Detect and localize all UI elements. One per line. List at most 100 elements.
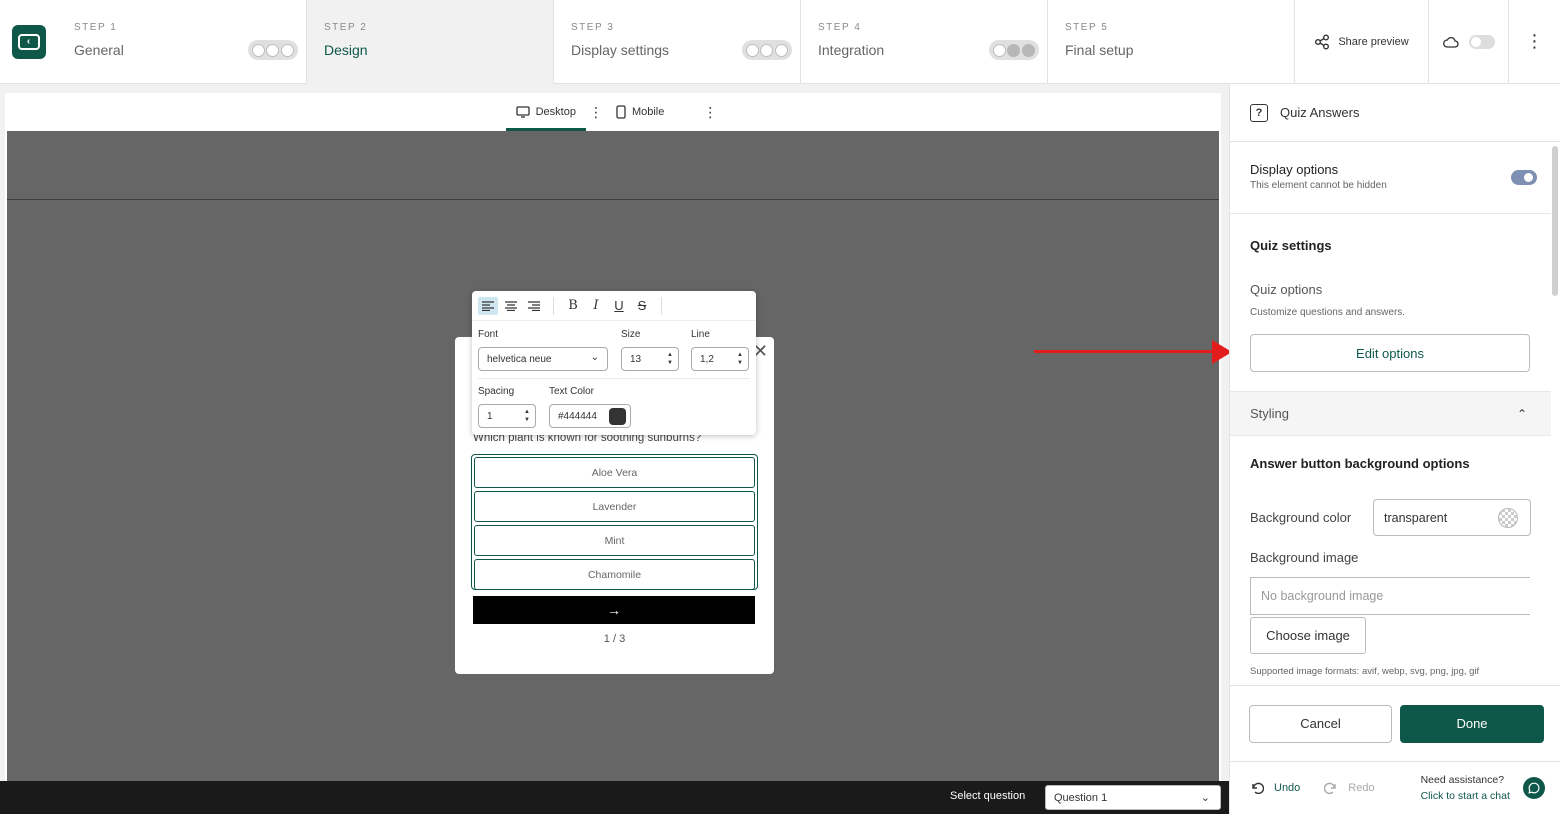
step-display-settings[interactable]: STEP 3 Display settings	[554, 0, 801, 84]
quiz-options-title: Quiz options	[1250, 282, 1323, 297]
spacing-stepper[interactable]: 1 ▲ ▼	[478, 404, 536, 428]
align-center-icon[interactable]	[501, 297, 521, 315]
cancel-button[interactable]: Cancel	[1249, 704, 1392, 743]
cloud-icon	[1442, 36, 1459, 48]
app-logo[interactable]: ‹	[11, 25, 46, 59]
undo-button[interactable]: Undo	[1250, 782, 1300, 794]
step-general[interactable]: STEP 1 General	[57, 0, 307, 84]
text-color-field[interactable]: #444444	[549, 404, 631, 428]
size-value: 13	[630, 353, 642, 365]
redo-icon	[1324, 782, 1336, 794]
display-options-section: Display options This element cannot be h…	[1230, 142, 1551, 214]
step-name: Final setup	[1065, 42, 1134, 58]
desktop-options-icon[interactable]: ⋮	[586, 104, 606, 121]
chevron-down-icon: ⌄	[590, 352, 599, 363]
step-progress-dots	[248, 40, 298, 60]
step-name: Design	[324, 42, 368, 58]
italic-icon[interactable]: I	[586, 297, 606, 315]
toolbar-divider	[478, 378, 750, 379]
panel-header: ? Quiz Answers	[1230, 84, 1560, 142]
answer-option[interactable]: Aloe Vera	[474, 457, 755, 488]
top-bar: ‹ STEP 1 General STEP 2 Design STEP 3 Di…	[0, 0, 1560, 84]
quiz-settings-title: Quiz settings	[1250, 238, 1332, 253]
quiz-settings-section: Quiz settings Quiz options Customize que…	[1230, 214, 1551, 392]
more-menu-button[interactable]: ⋮	[1509, 0, 1560, 83]
question-select-value: Question 1	[1054, 791, 1108, 804]
redo-label: Redo	[1348, 782, 1375, 794]
line-height-stepper[interactable]: 1,2 ▲ ▼	[691, 347, 749, 371]
transparent-swatch-icon[interactable]	[1498, 507, 1518, 528]
step-number: STEP 3	[571, 22, 615, 33]
bg-image-label: Background image	[1250, 550, 1359, 565]
answer-option[interactable]: Lavender	[474, 491, 755, 522]
assist-link[interactable]: Click to start a chat	[1421, 788, 1510, 804]
mobile-options-icon[interactable]: ⋮	[700, 104, 720, 121]
step-number: STEP 2	[324, 22, 368, 33]
answer-option[interactable]: Mint	[474, 525, 755, 556]
autosave-cell	[1429, 0, 1509, 84]
step-final-setup[interactable]: STEP 5 Final setup	[1048, 0, 1295, 84]
done-button[interactable]: Done	[1400, 704, 1544, 743]
text-color-label: Text Color	[549, 386, 595, 397]
align-right-icon[interactable]	[524, 297, 544, 315]
answer-option[interactable]: Chamomile	[474, 559, 755, 590]
editor-stage: Desktop ⋮ Mobile ⋮ ✕ Which plant is know…	[5, 93, 1221, 783]
canvas-divider	[7, 199, 1219, 200]
step-integration[interactable]: STEP 4 Integration	[801, 0, 1048, 84]
device-switcher: Desktop ⋮ Mobile ⋮	[5, 93, 1221, 131]
tab-desktop[interactable]: Desktop	[505, 93, 587, 131]
spacing-value: 1	[487, 410, 493, 422]
edit-options-button[interactable]: Edit options	[1250, 334, 1530, 372]
question-select[interactable]: Question 1 ⌄	[1045, 785, 1221, 810]
quiz-options-subtitle: Customize questions and answers.	[1250, 307, 1406, 318]
assistance-block[interactable]: Need assistance? Click to start a chat	[1421, 772, 1510, 804]
display-toggle[interactable]	[1511, 170, 1537, 185]
bg-color-field[interactable]: transparent	[1373, 499, 1531, 536]
panel-title: Quiz Answers	[1280, 105, 1360, 120]
step-number: STEP 5	[1065, 22, 1109, 33]
tab-mobile[interactable]: Mobile	[606, 93, 674, 131]
stepper-arrows-icon[interactable]: ▲ ▼	[524, 408, 530, 424]
stepper-arrows-icon[interactable]: ▲ ▼	[667, 351, 673, 367]
settings-panel: ? Quiz Answers Display options This elem…	[1229, 84, 1560, 814]
annotation-arrow	[1034, 350, 1216, 353]
redo-button[interactable]: Redo	[1324, 782, 1375, 794]
color-swatch[interactable]	[609, 408, 626, 425]
panel-scrollbar[interactable]	[1552, 146, 1558, 296]
share-preview-button[interactable]: Share preview	[1295, 0, 1429, 84]
panel-footer: Undo Redo Need assistance? Click to star…	[1230, 761, 1560, 814]
underline-icon[interactable]: U	[609, 297, 629, 315]
image-formats-note: Supported image formats: avif, webp, svg…	[1250, 666, 1480, 677]
display-options-subtitle: This element cannot be hidden	[1250, 180, 1387, 191]
align-left-icon[interactable]	[478, 296, 498, 315]
answers-block[interactable]: Aloe Vera Lavender Mint Chamomile	[471, 454, 758, 590]
back-icon: ‹	[17, 34, 40, 50]
choose-image-button[interactable]: Choose image	[1250, 617, 1366, 654]
undo-label: Undo	[1274, 782, 1301, 794]
tab-mobile-label: Mobile	[631, 106, 665, 118]
desktop-icon	[515, 106, 530, 118]
bold-icon[interactable]: B	[563, 297, 583, 315]
line-value: 1,2	[700, 353, 714, 365]
assist-title: Need assistance?	[1420, 774, 1505, 786]
background-options-section: Answer button background options Backgro…	[1230, 436, 1551, 677]
toolbar-separator	[553, 296, 554, 315]
preview-canvas: ✕ Which plant is known for soothing sunb…	[7, 131, 1219, 783]
chat-icon[interactable]	[1523, 777, 1545, 799]
font-select[interactable]: helvetica neue ⌄	[478, 347, 608, 371]
bg-color-value: transparent	[1384, 510, 1448, 525]
quiz-question-icon: ?	[1250, 103, 1268, 122]
step-number: STEP 4	[818, 22, 862, 33]
bg-color-label: Background color	[1250, 510, 1352, 525]
styling-accordion[interactable]: Styling ⌃	[1230, 392, 1551, 436]
step-design[interactable]: STEP 2 Design	[307, 0, 554, 84]
logo-cell: ‹	[0, 0, 57, 84]
font-value: helvetica neue	[487, 353, 552, 365]
bg-image-field[interactable]: No background image	[1250, 577, 1530, 615]
styling-title: Styling	[1250, 406, 1290, 421]
size-stepper[interactable]: 13 ▲ ▼	[621, 347, 679, 371]
stepper-arrows-icon[interactable]: ▲ ▼	[737, 351, 743, 367]
strikethrough-icon[interactable]: S	[632, 297, 652, 315]
next-button[interactable]: →	[473, 596, 755, 624]
autosave-toggle[interactable]	[1468, 35, 1495, 49]
